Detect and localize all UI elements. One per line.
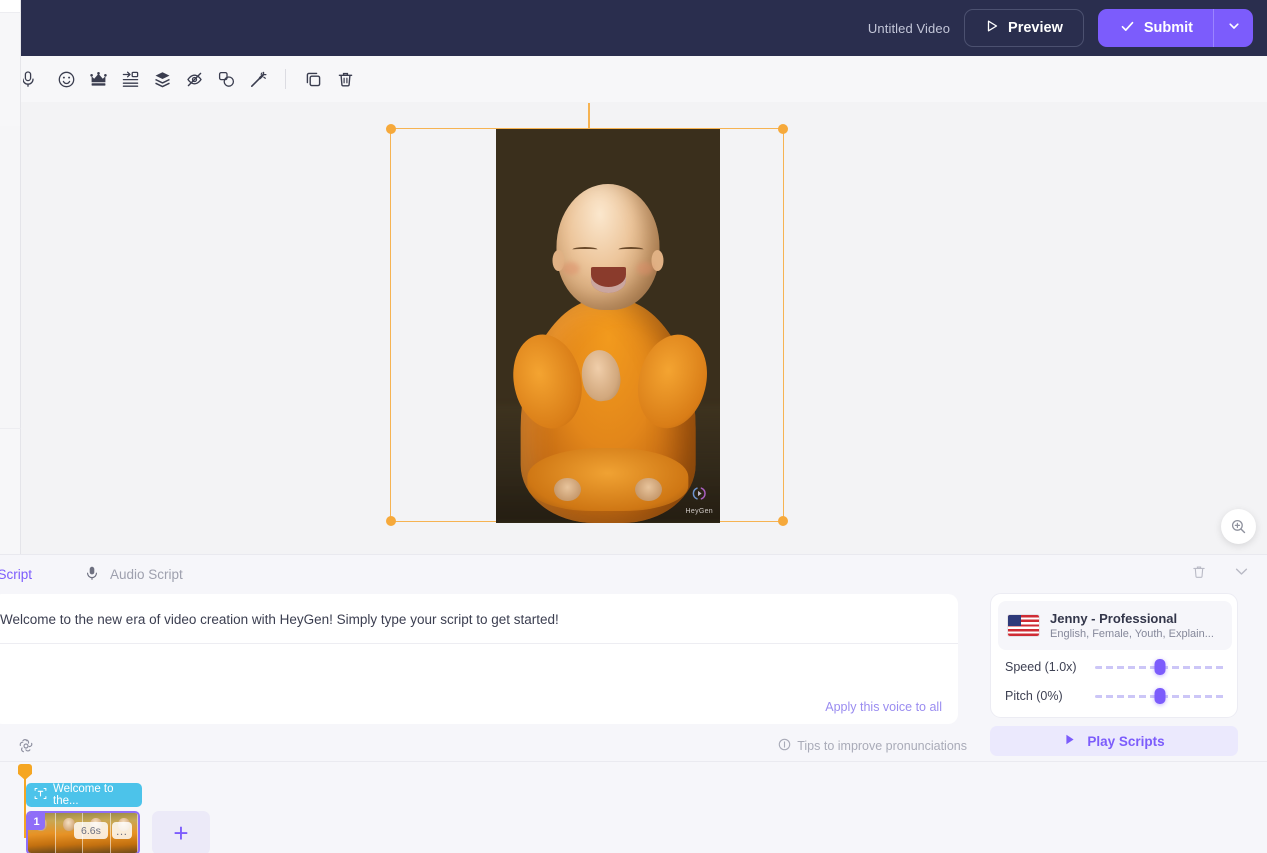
us-flag-icon (1008, 615, 1039, 636)
add-scene-button[interactable]: + (152, 811, 210, 853)
left-panel-edge-middle (0, 126, 21, 428)
photo-eye-left (573, 247, 598, 252)
voice-settings-card: Jenny - Professional English, Female, Yo… (990, 593, 1238, 718)
voice-selector[interactable]: Jenny - Professional English, Female, Yo… (998, 601, 1232, 650)
chevron-down-icon[interactable] (1233, 563, 1250, 580)
play-scripts-label: Play Scripts (1087, 734, 1164, 749)
tips-pronunciation-link[interactable]: Tips to improve pronunciations (778, 738, 967, 754)
speed-label: Speed (1.0x) (1005, 660, 1095, 674)
heygen-watermark: HeyGen (686, 485, 713, 515)
text-element-icon (34, 787, 47, 803)
clip-more-button[interactable]: … (112, 822, 132, 839)
timeline-caption-label: Welcome to the... (53, 783, 142, 807)
apply-voice-to-all-link[interactable]: Apply this voice to all (825, 700, 942, 714)
photo-eye-right (618, 247, 643, 252)
script-card-divider (0, 643, 958, 644)
resize-handle-bottom-right[interactable] (778, 516, 788, 526)
pitch-slider-row: Pitch (0%) (1005, 685, 1229, 707)
app-header: Untitled Video Preview Submit (21, 0, 1267, 56)
preview-button[interactable]: Preview (964, 9, 1084, 47)
resize-handle-top-left[interactable] (386, 124, 396, 134)
eye-off-icon[interactable] (178, 63, 210, 95)
rotation-handle-stalk[interactable] (588, 103, 590, 129)
script-panel-actions (1191, 563, 1250, 580)
check-icon (1120, 19, 1135, 38)
timeline-caption-clip[interactable]: Welcome to the... (26, 783, 142, 807)
heygen-logo-icon (691, 485, 708, 507)
microphone-icon[interactable] (23, 63, 41, 95)
tab-audio-script-label: Audio Script (110, 567, 183, 582)
submit-dropdown-button[interactable] (1213, 9, 1253, 47)
speed-slider-knob[interactable] (1155, 659, 1166, 675)
info-circle-icon (778, 738, 791, 754)
left-panel-edge-upper (0, 12, 21, 126)
preview-label: Preview (1008, 20, 1063, 36)
tab-audio-script[interactable]: Audio Script (84, 565, 183, 584)
clip-duration-badge: 6.6s (74, 822, 108, 839)
photo-legs (527, 448, 688, 511)
photo-foot-right (635, 478, 662, 502)
tips-label: Tips to improve pronunciations (797, 739, 967, 753)
shapes-icon[interactable] (210, 63, 242, 95)
element-toolbar (21, 56, 1267, 102)
timeline-scene-clip[interactable]: 1 6.6s … (26, 811, 140, 853)
voice-name: Jenny - Professional (1050, 611, 1214, 626)
settings-spiral-icon[interactable] (17, 737, 35, 755)
play-triangle-icon (985, 19, 999, 37)
timeline[interactable]: Welcome to the... 1 6.6s … + (0, 761, 1267, 853)
toolbar-divider (285, 69, 286, 89)
left-panel-edge-lower (0, 428, 21, 556)
copy-icon[interactable] (297, 63, 329, 95)
photo-cheek-right (637, 262, 653, 275)
resize-handle-bottom-left[interactable] (386, 516, 396, 526)
zoom-in-icon[interactable] (1221, 509, 1256, 544)
photo-mouth (590, 267, 625, 292)
script-input[interactable]: Welcome to the new era of video creation… (0, 610, 930, 630)
photo-cheek-left (563, 262, 579, 275)
emoji-icon[interactable] (50, 63, 82, 95)
pitch-label: Pitch (0%) (1005, 689, 1095, 703)
submit-button-group[interactable]: Submit (1098, 9, 1253, 47)
heygen-watermark-label: HeyGen (686, 508, 713, 515)
resize-handle-top-right[interactable] (778, 124, 788, 134)
script-footer: Tips to improve pronunciations (0, 731, 975, 761)
magic-wand-icon[interactable] (242, 63, 274, 95)
speed-slider-row: Speed (1.0x) (1005, 656, 1229, 678)
voice-description: English, Female, Youth, Explain... (1050, 628, 1214, 640)
crown-icon[interactable] (82, 63, 114, 95)
tab-text-script[interactable]: t Script (0, 567, 32, 582)
submit-button[interactable]: Submit (1098, 9, 1213, 47)
selection-box[interactable]: HeyGen (390, 128, 784, 522)
play-icon (1063, 733, 1076, 749)
speed-slider[interactable] (1095, 666, 1225, 669)
layers-icon[interactable] (146, 63, 178, 95)
playhead-handle[interactable] (18, 764, 32, 780)
align-icon[interactable] (114, 63, 146, 95)
script-card: Welcome to the new era of video creation… (0, 594, 958, 724)
canvas-stage[interactable]: HeyGen (21, 102, 1267, 554)
trash-icon[interactable] (329, 63, 361, 95)
avatar-photo[interactable]: HeyGen (496, 129, 720, 523)
clip-index-badge: 1 (28, 813, 45, 830)
microphone-icon (84, 565, 100, 584)
photo-head (556, 184, 659, 310)
chevron-down-icon (1227, 19, 1241, 38)
play-scripts-button[interactable]: Play Scripts (990, 726, 1238, 756)
script-tabs: t Script Audio Script (0, 555, 1267, 594)
pitch-slider[interactable] (1095, 695, 1225, 698)
document-title[interactable]: Untitled Video (868, 21, 950, 36)
submit-label: Submit (1144, 20, 1193, 36)
left-panel-edge-top (0, 0, 21, 12)
pitch-slider-knob[interactable] (1155, 688, 1166, 704)
trash-icon[interactable] (1191, 564, 1207, 580)
